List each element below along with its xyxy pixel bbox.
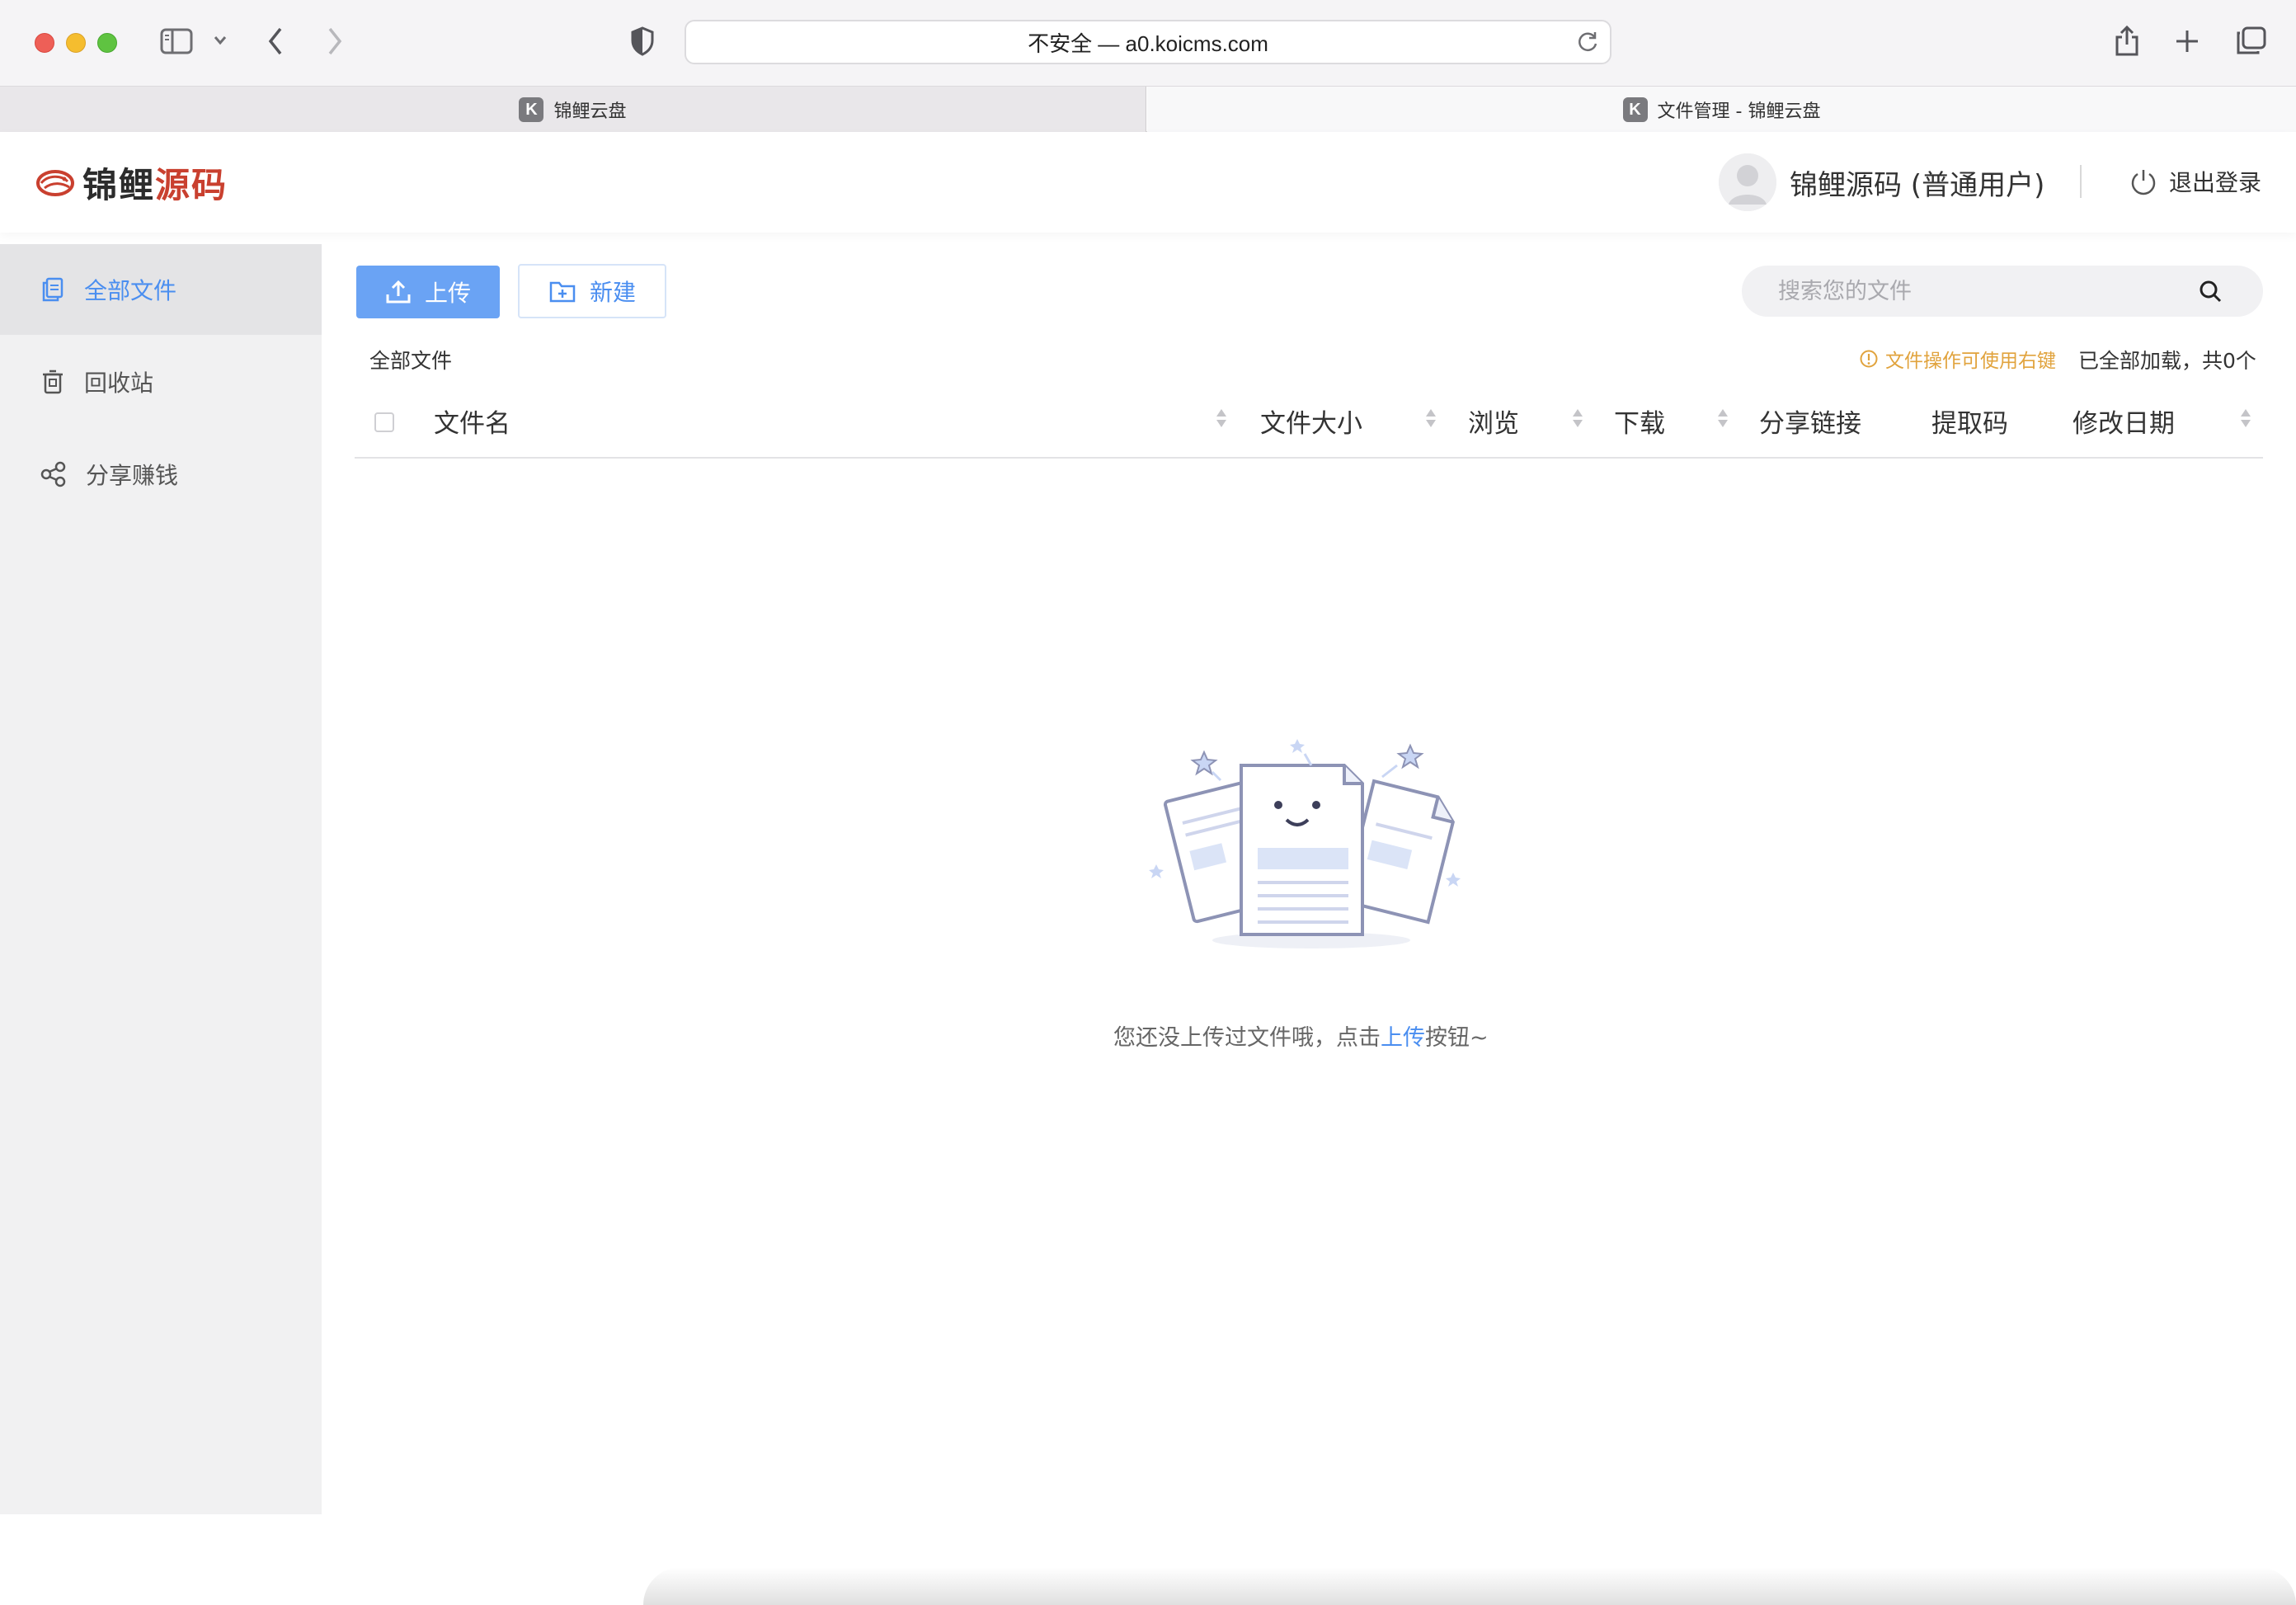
sidebar-item-share-earn[interactable]: 分享赚钱 [0, 429, 322, 520]
chevron-down-icon[interactable] [213, 35, 228, 46]
load-status: 已全部加载，共0个 [2078, 349, 2256, 373]
upload-icon [386, 280, 411, 304]
trash-icon [43, 369, 63, 394]
new-folder-icon [549, 281, 576, 303]
upload-label: 上传 [424, 280, 471, 307]
url-text: 不安全 — a0.koicms.com [1028, 31, 1268, 56]
favicon-icon: K [1622, 97, 1648, 122]
logout-button[interactable]: 退出登录 [2129, 165, 2261, 198]
sidebar-item-label: 分享赚钱 [86, 462, 179, 489]
minimize-window-button[interactable] [66, 33, 86, 53]
sidebar-item-label: 回收站 [84, 369, 154, 397]
files-icon [42, 277, 64, 302]
tab-label: 文件管理 - 锦鲤云盘 [1657, 101, 1821, 122]
column-filename[interactable]: 文件名 [434, 402, 510, 440]
sort-downloads-icon[interactable] [1716, 407, 1729, 432]
close-window-button[interactable] [35, 33, 54, 53]
tab-bar: K 锦鲤云盘 K 文件管理 - 锦鲤云盘 [0, 86, 2296, 133]
share-nodes-icon [40, 461, 66, 487]
logo-text: 锦鲤源码 [82, 158, 228, 208]
koi-logo-icon [36, 170, 74, 196]
column-modified-date[interactable]: 修改日期 [2073, 402, 2175, 440]
sidebar: 全部文件 回收站 分享赚钱 [0, 244, 322, 1514]
sort-filesize-icon[interactable] [1424, 407, 1437, 432]
logo-accent: 源码 [155, 164, 228, 205]
tab-overview-icon[interactable] [2235, 26, 2266, 56]
window-shadow [643, 1567, 2296, 1605]
empty-upload-link[interactable]: 上传 [1381, 1025, 1425, 1051]
search-icon[interactable] [2199, 280, 2222, 306]
column-views[interactable]: 浏览 [1468, 402, 1519, 440]
empty-prefix: 您还没上传过文件哦，点击 [1113, 1025, 1381, 1051]
select-all-checkbox[interactable] [374, 412, 394, 432]
reload-icon[interactable] [1575, 30, 1600, 58]
new-tab-icon[interactable] [2174, 28, 2200, 54]
forward-icon[interactable] [327, 26, 343, 56]
tab-cloud-disk[interactable]: K 锦鲤云盘 [0, 87, 1146, 133]
sort-views-icon[interactable] [1571, 407, 1584, 432]
column-share-link: 分享链接 [1759, 409, 1861, 439]
empty-files-illustration [1149, 739, 1461, 948]
column-filesize[interactable]: 文件大小 [1260, 402, 1362, 440]
hint-text: 文件操作可使用右键 [1885, 351, 2056, 372]
info-icon [1860, 350, 1878, 368]
share-icon[interactable] [2113, 23, 2141, 58]
zoom-window-button[interactable] [97, 33, 117, 53]
sidebar-item-label: 全部文件 [84, 277, 177, 304]
file-table-header: 文件名 文件大小 浏览 下载 分享链接 提取码 修改日期 [355, 396, 2263, 459]
new-label: 新建 [589, 279, 636, 306]
tab-file-manager[interactable]: K 文件管理 - 锦鲤云盘 [1147, 87, 2296, 133]
header-divider [2080, 165, 2082, 198]
sort-date-icon[interactable] [2239, 407, 2252, 432]
logout-label: 退出登录 [2169, 169, 2262, 196]
favicon-icon: K [519, 97, 544, 122]
user-menu[interactable]: 锦鲤源码 (普通用户) [1719, 153, 2044, 211]
app-header: 锦鲤源码 锦鲤源码 (普通用户) 退出登录 [0, 132, 2296, 233]
tab-label: 锦鲤云盘 [553, 101, 627, 122]
column-extract-code: 提取码 [1931, 409, 2008, 439]
sidebar-item-all-files[interactable]: 全部文件 [0, 244, 322, 335]
address-bar[interactable]: 不安全 — a0.koicms.com [685, 20, 1611, 64]
search-box [1742, 266, 2263, 317]
site-logo[interactable]: 锦鲤源码 [35, 160, 228, 205]
username: 锦鲤源码 (普通用户) [1790, 168, 2045, 202]
right-click-hint: 文件操作可使用右键 [1859, 345, 2056, 373]
column-downloads[interactable]: 下载 [1614, 402, 1665, 440]
upload-button[interactable]: 上传 [356, 266, 500, 318]
browser-titlebar: 不安全 — a0.koicms.com [0, 0, 2296, 86]
back-icon[interactable] [267, 26, 284, 56]
sidebar-item-recycle-bin[interactable]: 回收站 [0, 337, 322, 427]
empty-state-message: 您还没上传过文件哦，点击上传按钮~ [1113, 1019, 1509, 1052]
search-input[interactable] [1778, 266, 2190, 317]
sort-filename-icon[interactable] [1215, 407, 1228, 432]
logo-main: 锦鲤 [82, 164, 156, 205]
new-button[interactable]: 新建 [518, 264, 666, 318]
breadcrumb[interactable]: 全部文件 [369, 345, 452, 374]
avatar[interactable] [1719, 153, 1776, 211]
power-icon [2131, 170, 2156, 195]
sidebar-toggle-icon[interactable] [160, 28, 193, 54]
privacy-shield-icon[interactable] [630, 26, 655, 56]
empty-suffix: 按钮~ [1425, 1025, 1489, 1051]
